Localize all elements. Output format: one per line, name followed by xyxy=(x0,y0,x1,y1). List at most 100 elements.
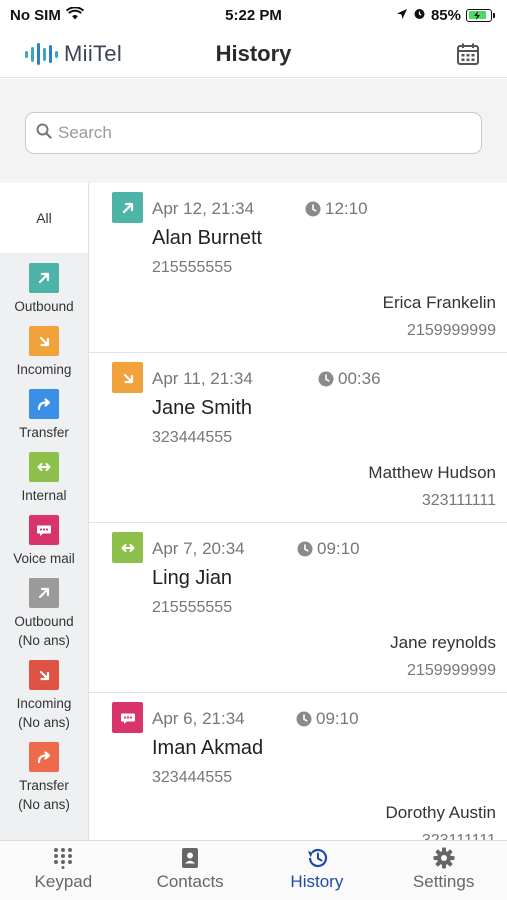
agent-number: 323111111 xyxy=(422,832,496,840)
filter-label: Incoming (No ans) xyxy=(16,696,72,730)
tab-keypad[interactable]: Keypad xyxy=(0,841,127,900)
battery-percent: 85% xyxy=(430,6,461,24)
gear-icon xyxy=(433,847,455,869)
caller-number: 215555555 xyxy=(152,259,233,276)
status-left: No SIM xyxy=(10,5,84,24)
filter-transfer[interactable]: Transfer xyxy=(0,379,88,442)
clock-icon xyxy=(305,201,321,217)
caller-number: 323444555 xyxy=(152,769,233,786)
filter-outbound[interactable]: Outbound xyxy=(0,253,88,316)
search-icon xyxy=(36,123,52,144)
miitel-logo: MiiTel xyxy=(24,41,122,67)
call-history-row[interactable]: Apr 7, 20:34 09:10 Ling Jian 215555555 Jane … xyxy=(89,523,507,693)
caller-name: Jane Smith xyxy=(152,397,253,419)
filter-label: Transfer xyxy=(19,425,69,440)
caller-name: Iman Akmad xyxy=(152,737,264,759)
location-arrow-icon xyxy=(396,7,408,24)
clock-icon xyxy=(296,711,312,727)
filter-incoming-no-ans[interactable]: Incoming (No ans) xyxy=(0,650,88,732)
call-duration-text: 12:10 xyxy=(325,199,368,218)
incoming-arrow-icon xyxy=(29,326,59,356)
call-history-row[interactable]: Apr 11, 21:34 00:36 Jane Smith 323444555 Mat… xyxy=(89,353,507,523)
outbound-arrow-icon xyxy=(112,192,143,223)
battery-icon xyxy=(466,8,495,22)
filter-label: Outbound (No ans) xyxy=(14,614,74,648)
filter-voicemail[interactable]: Voice mail xyxy=(0,505,88,568)
call-duration-text: 09:10 xyxy=(316,709,359,728)
filter-label: Internal xyxy=(21,488,67,503)
transfer-arrow-icon xyxy=(29,389,59,419)
call-date: Apr 12, 21:34 xyxy=(152,199,255,218)
outbound-arrow-icon xyxy=(29,578,59,608)
filter-sidebar: All Outbound Incoming Transfer Internal Voic… xyxy=(0,183,89,840)
filter-label: Transfer (No ans) xyxy=(18,778,70,812)
agent-name: Dorothy Austin xyxy=(385,803,496,822)
tab-history[interactable]: History xyxy=(254,841,381,900)
filter-list: Outbound Incoming Transfer Internal Voice ma… xyxy=(0,253,88,814)
caller-number: 215555555 xyxy=(152,599,233,616)
call-history-row[interactable]: Apr 12, 21:34 12:10 Alan Burnett 215555555 E… xyxy=(89,183,507,353)
logo-text: MiiTel xyxy=(64,40,123,66)
incoming-arrow-icon xyxy=(29,660,59,690)
caller-name: Alan Burnett xyxy=(152,227,263,249)
agent-name: Erica Frankelin xyxy=(382,293,496,312)
clock-icon xyxy=(297,541,313,557)
keypad-icon xyxy=(54,848,73,869)
filter-label: Voice mail xyxy=(13,551,75,566)
filter-all[interactable]: All xyxy=(0,183,88,253)
call-date: Apr 6, 21:34 xyxy=(152,709,245,728)
search-input[interactable] xyxy=(58,123,471,143)
search-box[interactable] xyxy=(25,112,482,154)
call-duration-text: 00:36 xyxy=(338,369,381,388)
internal-arrows-icon xyxy=(29,452,59,482)
transfer-arrow-icon xyxy=(29,742,59,772)
tab-contacts-label: Contacts xyxy=(156,872,224,891)
tab-contacts[interactable]: Contacts xyxy=(127,841,254,900)
filter-internal[interactable]: Internal xyxy=(0,442,88,505)
filter-incoming[interactable]: Incoming xyxy=(0,316,88,379)
call-history-list: Apr 12, 21:34 12:10 Alan Burnett 215555555 E… xyxy=(89,183,507,840)
tab-settings[interactable]: Settings xyxy=(380,841,507,900)
contacts-icon xyxy=(182,848,199,868)
outbound-arrow-icon xyxy=(29,263,59,293)
agent-number: 2159999999 xyxy=(407,662,496,679)
agent-name: Jane reynolds xyxy=(390,633,496,652)
status-bar: No SIM 5:22 PM 85% xyxy=(0,0,507,30)
calendar-icon[interactable] xyxy=(453,39,483,69)
app-header: MiiTel History xyxy=(0,30,507,78)
internal-arrows-icon xyxy=(112,532,143,563)
status-right: 85% xyxy=(396,7,495,24)
call-duration-text: 09:10 xyxy=(317,539,360,558)
call-duration: 09:10 xyxy=(297,539,360,559)
carrier-label: No SIM xyxy=(10,6,61,24)
filter-transfer-no-ans[interactable]: Transfer (No ans) xyxy=(0,732,88,814)
voicemail-bubble-icon xyxy=(29,515,59,545)
tab-settings-label: Settings xyxy=(412,872,475,891)
filter-label: Outbound xyxy=(14,299,74,314)
caller-name: Ling Jian xyxy=(152,567,233,589)
filter-outbound-no-ans[interactable]: Outbound (No ans) xyxy=(0,568,88,650)
caller-number: 323444555 xyxy=(152,429,233,446)
call-duration: 12:10 xyxy=(305,199,368,219)
filter-all-label: All xyxy=(36,210,52,226)
soundwave-logo-icon xyxy=(25,42,58,65)
history-icon xyxy=(307,848,327,868)
call-date: Apr 7, 20:34 xyxy=(152,539,245,558)
alarm-icon xyxy=(413,7,426,24)
agent-number: 323111111 xyxy=(421,492,496,509)
agent-number: 2159999999 xyxy=(407,322,496,339)
call-duration: 00:36 xyxy=(318,369,381,389)
voicemail-bubble-icon xyxy=(112,702,143,733)
filter-label: Incoming xyxy=(16,362,72,377)
tab-bar: Keypad Contacts History Settings xyxy=(0,840,507,900)
call-history-row[interactable]: Apr 6, 21:34 09:10 Iman Akmad 323444555 Doro… xyxy=(89,693,507,840)
wifi-icon xyxy=(65,5,84,24)
tab-keypad-label: Keypad xyxy=(34,872,93,891)
search-area xyxy=(0,79,507,183)
agent-name: Matthew Hudson xyxy=(368,463,496,482)
incoming-arrow-icon xyxy=(112,362,143,393)
call-duration: 09:10 xyxy=(296,709,359,729)
tab-history-label: History xyxy=(290,872,344,891)
clock-icon xyxy=(318,371,334,387)
call-date: Apr 11, 21:34 xyxy=(152,369,253,388)
